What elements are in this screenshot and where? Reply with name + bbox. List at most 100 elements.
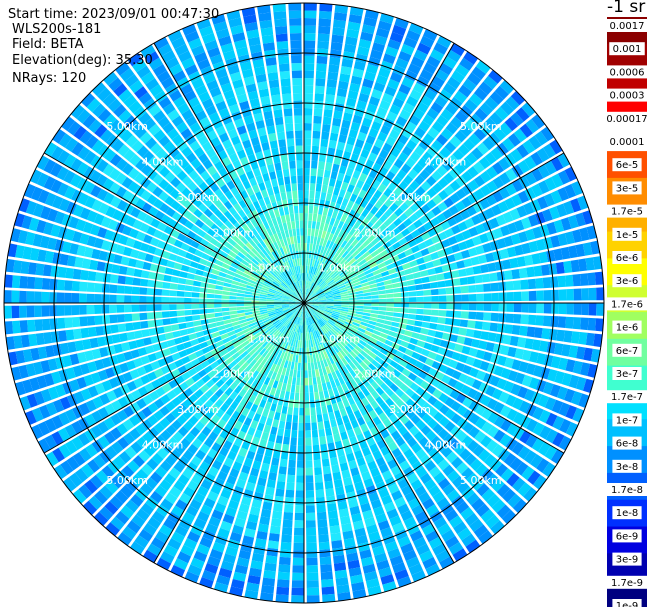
beta-cell [164, 267, 174, 275]
beta-cell [327, 71, 339, 81]
beta-cell [465, 267, 475, 276]
beta-cell [298, 190, 303, 199]
beta-cell [291, 221, 296, 229]
beta-cell [111, 334, 121, 344]
beta-cell [332, 471, 342, 481]
beta-cell [311, 422, 318, 431]
beta-cell [109, 304, 117, 314]
beta-cell [291, 55, 302, 64]
beta-cell [588, 303, 597, 316]
beta-cell [236, 293, 245, 297]
beta-cell [521, 303, 529, 313]
beta-cell [421, 321, 430, 329]
beta-cell [304, 213, 308, 221]
beta-cell [299, 340, 302, 348]
beta-cell [275, 169, 283, 179]
beta-cell [277, 48, 289, 57]
beta-cell [438, 310, 447, 317]
beta-cell [304, 340, 307, 348]
beta-cell [328, 517, 340, 527]
beta-cell [383, 320, 392, 326]
beta-cell [459, 277, 468, 286]
beta-cell [317, 48, 329, 57]
beta-cell [294, 115, 303, 124]
beta-cell [169, 304, 177, 311]
beta-cell [573, 288, 582, 301]
beta-cell [487, 262, 497, 272]
beta-cell [295, 505, 304, 513]
beta-cell [266, 64, 278, 74]
beta-cell [80, 327, 90, 339]
beta-cell [304, 168, 310, 176]
beta-cell [297, 183, 303, 191]
beta-cell [326, 86, 336, 96]
beta-cell [408, 303, 417, 308]
beta-cell [278, 420, 286, 429]
beta-cell [296, 482, 304, 491]
colorbar-tick-label: 1e-6 [616, 323, 639, 334]
beta-cell [101, 304, 110, 314]
beta-cell [64, 317, 73, 329]
beta-cell [268, 79, 280, 89]
beta-cell [263, 424, 271, 434]
beta-cell [101, 283, 110, 293]
beta-cell [307, 362, 312, 371]
beta-cell [282, 199, 288, 208]
beta-cell [378, 298, 387, 303]
beta-cell [528, 314, 537, 326]
beta-cell [191, 304, 200, 309]
beta-cell [578, 258, 588, 272]
beta-cell [315, 85, 325, 94]
beta-cell [216, 280, 225, 286]
beta-cell [294, 520, 304, 528]
beta-cell [468, 294, 477, 302]
beta-cell [315, 191, 321, 200]
beta-cell [444, 317, 454, 326]
beta-cell [300, 243, 304, 251]
beta-cell [65, 329, 75, 341]
beta-cell [315, 78, 326, 87]
beta-cell [456, 335, 466, 345]
beta-cell [162, 318, 171, 326]
beta-cell [281, 85, 291, 95]
beta-cell [386, 303, 394, 307]
beta-cell [278, 207, 285, 217]
beta-cell [315, 482, 324, 491]
beta-cell [304, 40, 316, 49]
beta-cell [542, 315, 552, 327]
range-ring-label: 5.00km [460, 120, 502, 133]
beta-cell [261, 103, 272, 113]
beta-cell [289, 18, 302, 26]
beta-cell [468, 303, 477, 311]
beta-cell [229, 307, 237, 311]
beta-cell [275, 435, 283, 444]
beta-cell [363, 306, 372, 310]
beta-cell [356, 299, 364, 303]
beta-cell [572, 274, 581, 287]
colorbar-tick-label: 3e-8 [616, 462, 639, 473]
beta-cell [313, 459, 322, 468]
beta-cell [336, 417, 344, 426]
beta-cell [244, 309, 253, 313]
beta-cell [393, 303, 402, 308]
beta-cell [293, 542, 304, 551]
beta-cell [281, 405, 288, 415]
beta-cell [289, 160, 296, 169]
beta-cell [423, 296, 432, 302]
beta-cell [581, 303, 589, 316]
elevation-label: Elevation(deg): 35.30 [12, 53, 153, 68]
beta-cell [311, 369, 316, 378]
beta-cell [184, 285, 193, 292]
beta-cell [385, 311, 394, 317]
beta-cell [572, 317, 582, 330]
beta-cell [311, 160, 318, 169]
beta-cell [290, 437, 297, 446]
beta-cell [117, 323, 127, 333]
beta-cell [64, 305, 72, 316]
beta-cell [274, 116, 284, 126]
beta-cell [533, 265, 543, 277]
beta-cell [215, 285, 224, 291]
beta-cell [475, 284, 484, 293]
beta-cell [324, 101, 334, 111]
beta-cell [513, 291, 522, 301]
